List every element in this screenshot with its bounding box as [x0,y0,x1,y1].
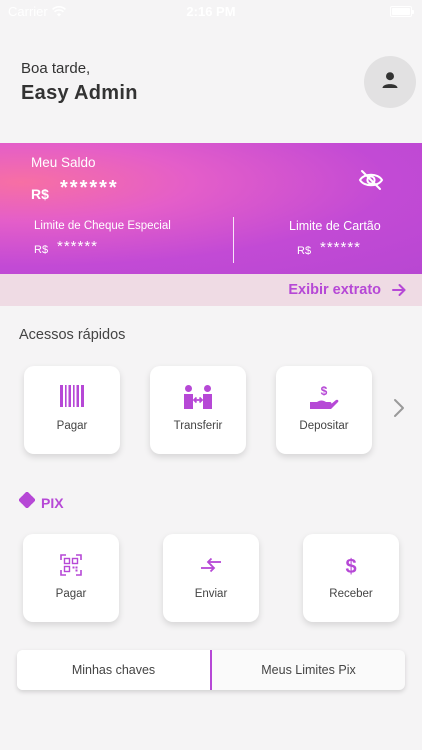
cheque-limit-currency: R$ [34,244,49,256]
swap-arrows-icon [199,554,223,581]
user-icon [381,71,399,94]
balance-masked-value: ****** [60,177,119,199]
balance-card: Meu Saldo R$ ****** Limite de Cheque Esp… [0,143,422,274]
cheque-limit-masked: ****** [57,238,99,255]
show-statement-label: Exibir extrato [288,282,381,298]
tab-my-keys[interactable]: Minhas chaves [17,650,210,690]
clock-time: 2:16 PM [186,4,236,19]
balance-label: Meu Saldo [31,155,96,170]
pix-keys-segmented-control: Minhas chaves Meus Limites Pix [17,650,405,690]
balance-divider [233,217,234,263]
arrow-right-icon [392,283,406,302]
profile-avatar-button[interactable] [364,56,416,108]
card-limit-label: Limite de Cartão [289,219,381,233]
deposit-hand-icon: $ [309,384,339,417]
svg-text:$: $ [321,384,328,398]
cheque-limit-label: Limite de Cheque Especial [34,220,171,232]
pix-receive-label: Receber [329,588,373,600]
pix-receive-button[interactable]: $ Receber [303,534,399,622]
show-statement-button[interactable]: Exibir extrato [0,274,422,306]
balance-currency: R$ [31,186,49,202]
tab-my-keys-label: Minhas chaves [71,663,156,677]
quick-access-title: Acessos rápidos [19,327,126,343]
pix-section-header: PIX [18,491,64,513]
pix-icon [18,491,36,513]
quick-pay-label: Pagar [56,420,88,432]
svg-text:$: $ [345,556,356,578]
pix-send-button[interactable]: Enviar [163,534,259,622]
tab-pix-limits[interactable]: Meus Limites Pix [212,650,405,690]
user-name: Easy Admin [21,82,138,104]
greeting-text: Boa tarde, [21,60,91,77]
quick-transfer-button[interactable]: Transferir [150,366,246,454]
tab-pix-limits-label: Meus Limites Pix [261,663,356,677]
pix-pay-label: Pagar [55,588,87,600]
chevron-right-icon[interactable] [392,398,406,423]
pix-pay-button[interactable]: Pagar [23,534,119,622]
dollar-icon: $ [343,554,359,583]
card-limit-currency: R$ [297,245,312,257]
quick-deposit-label: Depositar [299,420,349,432]
card-limit-masked: ****** [320,239,362,256]
quick-transfer-label: Transferir [173,420,223,432]
battery-icon [390,6,414,17]
barcode-icon [59,384,85,413]
transfer-people-icon [183,384,213,415]
pix-send-label: Enviar [194,588,228,600]
quick-pay-button[interactable]: Pagar [24,366,120,454]
pix-title: PIX [41,494,64,511]
eye-off-icon[interactable] [358,169,384,196]
qr-code-icon [60,554,82,581]
quick-deposit-button[interactable]: $ Depositar [276,366,372,454]
status-bar: Carrier 2:16 PM [0,0,422,24]
